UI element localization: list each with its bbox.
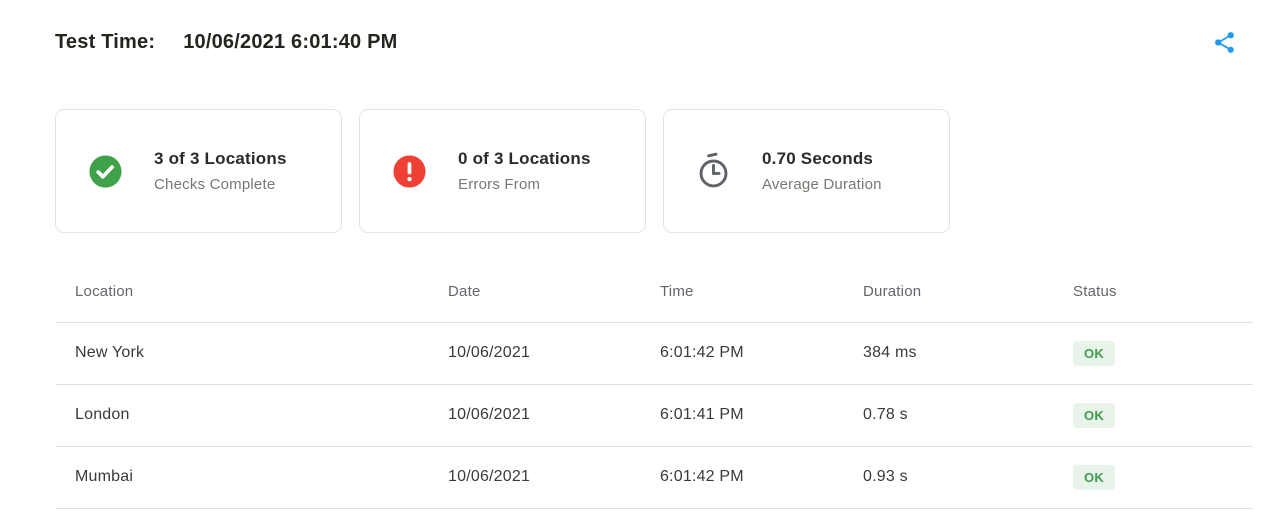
card-average-duration: 0.70 Seconds Average Duration xyxy=(663,109,950,233)
table-row[interactable]: New York 10/06/2021 6:01:42 PM 384 ms OK xyxy=(56,322,1253,385)
column-header-status: Status xyxy=(1073,262,1253,323)
cell-date: 10/06/2021 xyxy=(448,446,660,509)
stopwatch-icon xyxy=(694,151,732,191)
status-badge: OK xyxy=(1073,402,1116,428)
cell-status: OK xyxy=(1073,446,1253,509)
cell-status: OK xyxy=(1073,322,1253,385)
cell-status: OK xyxy=(1073,384,1253,447)
cell-date: 10/06/2021 xyxy=(448,384,660,447)
card-subtitle: Average Duration xyxy=(762,176,882,193)
cell-duration: 384 ms xyxy=(863,322,1073,385)
cell-time: 6:01:41 PM xyxy=(660,384,863,447)
cell-duration: 0.78 s xyxy=(863,384,1073,447)
card-title: 3 of 3 Locations xyxy=(154,149,287,168)
column-header-date: Date xyxy=(448,262,660,323)
test-time-label: Test Time: xyxy=(55,31,156,53)
card-title: 0 of 3 Locations xyxy=(458,149,591,168)
error-circle-icon xyxy=(390,154,428,189)
status-badge: OK xyxy=(1073,464,1116,490)
cell-time: 6:01:42 PM xyxy=(660,322,863,385)
results-table: Location Date Time Duration Status New Y… xyxy=(56,262,1253,509)
check-circle-icon xyxy=(86,154,124,189)
cell-location: New York xyxy=(56,322,448,385)
table-header-row: Location Date Time Duration Status xyxy=(56,262,1253,323)
column-header-time: Time xyxy=(660,262,863,323)
card-subtitle: Errors From xyxy=(458,176,541,193)
card-title: 0.70 Seconds xyxy=(762,149,874,168)
share-button[interactable] xyxy=(1210,31,1238,59)
card-checks-complete: 3 of 3 Locations Checks Complete xyxy=(55,109,342,233)
table-row[interactable]: London 10/06/2021 6:01:41 PM 0.78 s OK xyxy=(56,384,1253,447)
table-row[interactable]: Mumbai 10/06/2021 6:01:42 PM 0.93 s OK xyxy=(56,446,1253,509)
card-subtitle: Checks Complete xyxy=(154,176,276,193)
cell-date: 10/06/2021 xyxy=(448,322,660,385)
card-errors-from: 0 of 3 Locations Errors From xyxy=(359,109,646,233)
status-badge: OK xyxy=(1073,340,1116,366)
column-header-location: Location xyxy=(56,262,448,323)
summary-cards: 3 of 3 Locations Checks Complete 0 of 3 … xyxy=(55,109,950,233)
test-result-page: Test Time: 10/06/2021 6:01:40 PM 3 of 3 … xyxy=(0,0,1272,530)
cell-location: London xyxy=(56,384,448,447)
share-icon xyxy=(1212,30,1237,60)
cell-time: 6:01:42 PM xyxy=(660,446,863,509)
page-header: Test Time: 10/06/2021 6:01:40 PM xyxy=(55,31,398,54)
column-header-duration: Duration xyxy=(863,262,1073,323)
test-time-value: 10/06/2021 6:01:40 PM xyxy=(183,31,398,53)
cell-duration: 0.93 s xyxy=(863,446,1073,509)
cell-location: Mumbai xyxy=(56,446,448,509)
